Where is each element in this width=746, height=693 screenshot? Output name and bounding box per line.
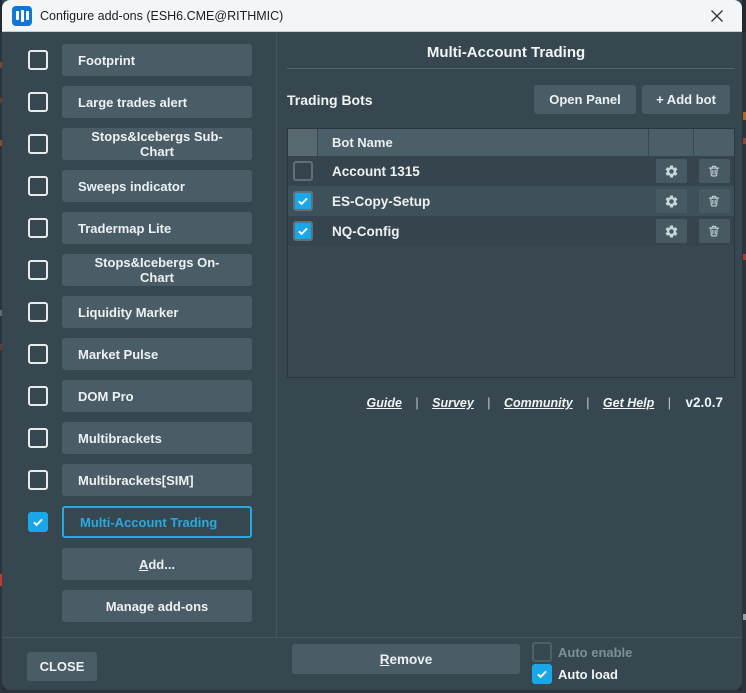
sidebar-item-multi-account-trading-button[interactable]: Multi-Account Trading — [62, 506, 252, 538]
table-row: NQ-Config — [288, 216, 734, 246]
trash-icon — [707, 164, 721, 178]
table-row: Account 1315 — [288, 156, 734, 186]
header-checkbox-cell — [288, 129, 318, 156]
title-divider — [287, 68, 734, 69]
screen-edge-left — [0, 32, 2, 693]
guide-link[interactable]: Guide — [367, 396, 402, 410]
community-link[interactable]: Community — [504, 396, 573, 410]
sidebar-item-liquidity-marker: Liquidity Marker — [0, 296, 276, 328]
sidebar-item-large-trades-alert-button[interactable]: Large trades alert — [62, 86, 252, 118]
header-delete-cell — [694, 129, 734, 156]
sidebar-item-multibrackets: Multibrackets — [0, 422, 276, 454]
sidebar-item-tradermap-lite: Tradermap Lite — [0, 212, 276, 244]
bot-checkbox[interactable] — [293, 161, 313, 181]
bot-settings-button[interactable] — [656, 219, 687, 243]
auto-enable-checkbox[interactable] — [532, 642, 552, 662]
sidebar-item-footprint-button[interactable]: Footprint — [62, 44, 252, 76]
bot-name: Account 1315 — [318, 164, 649, 179]
gear-icon — [664, 164, 679, 179]
trash-icon — [707, 194, 721, 208]
screen: { "titlebar": { "title": "Configure add-… — [0, 0, 746, 693]
panel-divider — [276, 33, 277, 637]
addon-checkbox[interactable] — [28, 386, 48, 406]
table-header: Bot Name — [288, 129, 734, 156]
link-separator: | — [586, 396, 589, 410]
window-close-button[interactable] — [702, 3, 732, 29]
trash-icon — [707, 224, 721, 238]
link-separator: | — [487, 396, 490, 410]
addon-checkbox[interactable] — [28, 470, 48, 490]
sidebar-item-large-trades-alert: Large trades alert — [0, 86, 276, 118]
bot-delete-button[interactable] — [699, 189, 730, 213]
sidebar-item-stops-icebergs-sub-chart: Stops&Icebergs Sub-Chart — [0, 128, 276, 160]
manage-addons-button[interactable]: Manage add-ons — [62, 590, 252, 622]
bot-name: NQ-Config — [318, 224, 649, 239]
addon-checkbox[interactable] — [28, 344, 48, 364]
sidebar-item-liquidity-marker-button[interactable]: Liquidity Marker — [62, 296, 252, 328]
bots-table: Bot Name Account 1315 ES-Copy-Setup NQ-C… — [287, 128, 735, 378]
sidebar-item-stops-icebergs-sub-chart-button[interactable]: Stops&Icebergs Sub-Chart — [62, 128, 252, 160]
add-bot-button[interactable]: + Add bot — [642, 85, 730, 114]
addon-checkbox[interactable] — [28, 92, 48, 112]
auto-load-label: Auto load — [558, 667, 618, 682]
bot-settings-button[interactable] — [656, 159, 687, 183]
window-title: Configure add-ons (ESH6.CME@RITHMIC) — [40, 9, 283, 23]
link-separator: | — [668, 396, 671, 410]
sidebar-item-sweeps-indicator: Sweeps indicator — [0, 170, 276, 202]
auto-enable-label: Auto enable — [558, 645, 632, 660]
panel-title: Multi-Account Trading — [277, 44, 735, 61]
footer-divider — [2, 637, 742, 638]
addon-checkbox[interactable] — [28, 302, 48, 322]
titlebar: Configure add-ons (ESH6.CME@RITHMIC) — [2, 0, 742, 32]
link-separator: | — [415, 396, 418, 410]
sidebar-item-multibrackets-button[interactable]: Multibrackets — [62, 422, 252, 454]
trading-bots-label: Trading Bots — [287, 92, 373, 108]
get-help-link[interactable]: Get Help — [603, 396, 654, 410]
bot-name: ES-Copy-Setup — [318, 194, 649, 209]
sidebar-item-multi-account-trading: Multi-Account Trading — [0, 506, 276, 538]
sidebar-item-market-pulse: Market Pulse — [0, 338, 276, 370]
bot-checkbox[interactable] — [293, 221, 313, 241]
gear-icon — [664, 194, 679, 209]
addon-checkbox[interactable] — [28, 428, 48, 448]
auto-load-checkbox[interactable] — [532, 664, 552, 684]
header-settings-cell — [649, 129, 694, 156]
addon-checkbox[interactable] — [28, 260, 48, 280]
sidebar-item-sweeps-indicator-button[interactable]: Sweeps indicator — [62, 170, 252, 202]
addon-checkbox[interactable] — [28, 218, 48, 238]
bot-checkbox[interactable] — [293, 191, 313, 211]
sidebar-item-dom-pro: DOM Pro — [0, 380, 276, 412]
addon-checkbox[interactable] — [28, 176, 48, 196]
close-dialog-button[interactable]: CLOSE — [27, 652, 97, 681]
bot-delete-button[interactable] — [699, 159, 730, 183]
app-logo-icon — [12, 6, 32, 26]
addon-checkbox[interactable] — [28, 512, 48, 532]
remove-button[interactable]: Remove — [292, 644, 520, 674]
header-bot-name: Bot Name — [318, 129, 649, 156]
help-links: Guide | Survey | Community | Get Help | … — [287, 394, 723, 412]
addon-checkbox[interactable] — [28, 50, 48, 70]
sidebar-item-market-pulse-button[interactable]: Market Pulse — [62, 338, 252, 370]
bot-settings-button[interactable] — [656, 189, 687, 213]
gear-icon — [664, 224, 679, 239]
sidebar-item-stops-icebergs-on-chart-button[interactable]: Stops&Icebergs On-Chart — [62, 254, 252, 286]
screen-edge-right — [742, 32, 746, 693]
sidebar-item-multibrackets-sim-button[interactable]: Multibrackets[SIM] — [62, 464, 252, 496]
open-panel-button[interactable]: Open Panel — [534, 85, 636, 114]
sidebar-item-multibrackets-sim: Multibrackets[SIM] — [0, 464, 276, 496]
sidebar-item-tradermap-lite-button[interactable]: Tradermap Lite — [62, 212, 252, 244]
addon-checkbox[interactable] — [28, 134, 48, 154]
version-label: v2.0.7 — [685, 395, 723, 410]
sidebar-item-dom-pro-button[interactable]: DOM Pro — [62, 380, 252, 412]
close-icon — [710, 9, 724, 23]
table-row: ES-Copy-Setup — [288, 186, 734, 216]
add-addon-button[interactable]: Add... — [62, 548, 252, 580]
bot-delete-button[interactable] — [699, 219, 730, 243]
sidebar-item-stops-icebergs-on-chart: Stops&Icebergs On-Chart — [0, 254, 276, 286]
sidebar-item-footprint: Footprint — [0, 44, 276, 76]
survey-link[interactable]: Survey — [432, 396, 474, 410]
